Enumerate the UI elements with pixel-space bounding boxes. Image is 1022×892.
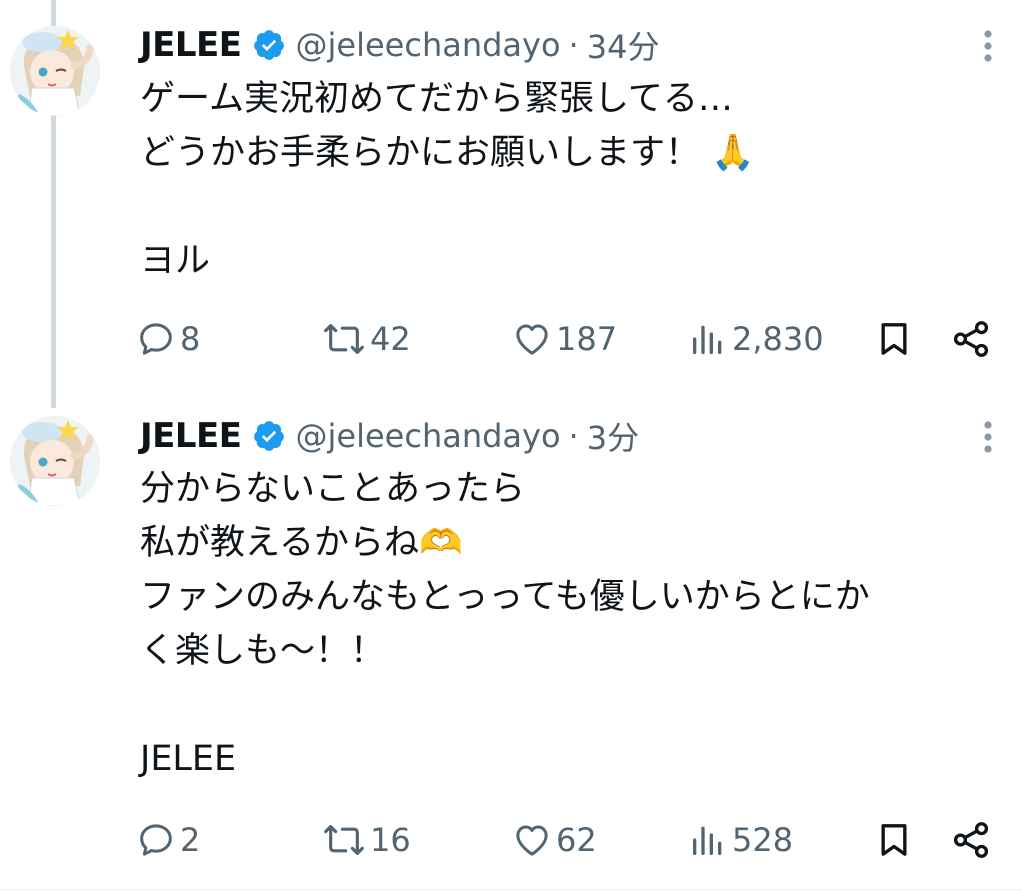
more-vertical-icon[interactable] [968, 21, 1008, 71]
views-chart-icon [693, 325, 722, 354]
separator-dot: · [568, 417, 579, 455]
bookmark-button[interactable] [874, 314, 914, 364]
tweet-text-line: ファンのみんなもとっっても優しいからとにか [140, 577, 870, 617]
share-button[interactable] [950, 314, 992, 364]
bookmark-icon [881, 824, 907, 856]
like-button[interactable]: 187 [512, 314, 617, 364]
bookmark-button[interactable] [874, 815, 914, 865]
avatar[interactable] [10, 416, 100, 506]
retweet-button[interactable]: 16 [322, 815, 411, 865]
action-bar: 8 42 187 2,830 [136, 314, 1006, 364]
separator-dot: · [568, 26, 579, 64]
timestamp[interactable]: 3分 [587, 413, 639, 459]
reply-count: 8 [180, 320, 201, 358]
display-name[interactable]: JELEE [140, 25, 242, 65]
reply-icon [140, 824, 172, 856]
tweet-text-line: ゲーム実況初めてだから緊張してる… [140, 79, 733, 119]
bookmark-icon [881, 323, 907, 355]
tweet-header: JELEE @jeleechandayo · 34分 [140, 20, 659, 70]
retweet-icon [324, 324, 364, 354]
like-count: 62 [556, 821, 597, 859]
tweet-text: 分からないことあったら 私が教えるからね🫶 ファンのみんなもとっっても優しいから… [140, 462, 870, 786]
verified-badge-icon [253, 30, 284, 60]
action-bar: 2 16 62 528 [136, 815, 1006, 865]
timestamp[interactable]: 34分 [587, 22, 660, 68]
reply-count: 2 [180, 821, 201, 859]
more-vertical-icon[interactable] [968, 412, 1008, 462]
reply-button[interactable]: 2 [136, 815, 200, 865]
share-icon [953, 321, 989, 357]
divider [0, 889, 1022, 890]
views-button[interactable]: 528 [688, 815, 793, 865]
avatar[interactable] [10, 26, 100, 116]
reply-button[interactable]: 8 [136, 314, 200, 364]
views-count: 528 [732, 821, 794, 859]
like-button[interactable]: 62 [512, 815, 597, 865]
retweet-count: 16 [370, 821, 411, 859]
tweet-text-line: く楽しも〜！！ [140, 631, 386, 671]
views-count: 2,830 [732, 320, 824, 358]
reply-icon [140, 323, 172, 355]
retweet-icon [324, 825, 364, 855]
retweet-button[interactable]: 42 [322, 314, 411, 364]
display-name[interactable]: JELEE [140, 416, 242, 456]
tweet-text-line: 分からないことあったら [140, 469, 526, 509]
tweet-text-line: JELEE [140, 739, 237, 779]
heart-icon [516, 324, 548, 355]
views-button[interactable]: 2,830 [688, 314, 824, 364]
retweet-count: 42 [370, 320, 411, 358]
user-handle[interactable]: @jeleechandayo [296, 26, 561, 64]
tweet-header: JELEE @jeleechandayo · 3分 [140, 411, 639, 461]
tweet-text-line [140, 678, 870, 732]
verified-badge-icon [253, 421, 284, 451]
share-icon [953, 822, 989, 858]
share-button[interactable] [950, 815, 992, 865]
heart-icon [516, 825, 548, 856]
views-chart-icon [693, 826, 722, 855]
tweet-text-line [140, 180, 755, 234]
tweet-text-line: どうかお手柔らかにお願いします！ 🙏 [140, 133, 755, 173]
tweet-text-line: 私が教えるからね🫶 [140, 523, 463, 563]
like-count: 187 [556, 320, 618, 358]
tweet-text-line: ヨル [140, 241, 211, 281]
user-handle[interactable]: @jeleechandayo [296, 417, 561, 455]
tweet-text: ゲーム実況初めてだから緊張してる… どうかお手柔らかにお願いします！ 🙏 ヨル [140, 72, 755, 288]
